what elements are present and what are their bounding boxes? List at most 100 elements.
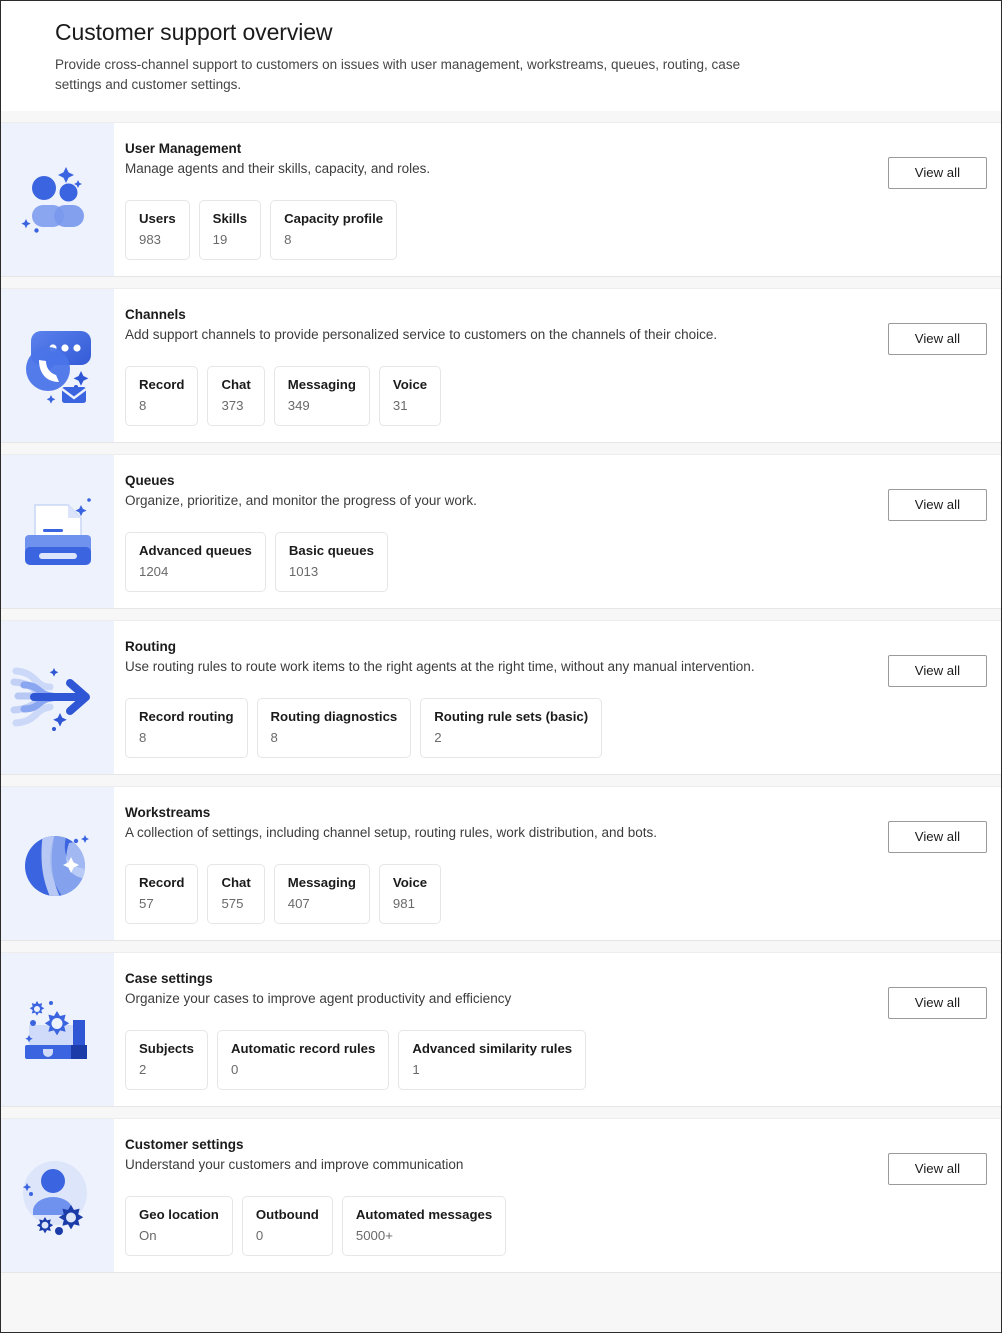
queues-body: Queues Organize, prioritize, and monitor … xyxy=(114,455,1001,608)
card-description: Use routing rules to route work items to… xyxy=(125,659,755,674)
stat-label: Routing rule sets (basic) xyxy=(434,709,589,724)
stat-label: Capacity profile xyxy=(284,211,384,226)
stat-value: 981 xyxy=(392,896,415,911)
card-separator xyxy=(1,941,1001,952)
card-description: Manage agents and their skills, capacity… xyxy=(125,161,431,176)
stat-value: 19 xyxy=(212,232,228,247)
stat-value: 0 xyxy=(255,1228,264,1243)
routing-icon-panel xyxy=(1,621,114,774)
stat-tile[interactable]: Chat 373 xyxy=(207,366,265,426)
stat-tile[interactable]: Geo location On xyxy=(125,1196,233,1256)
view-all-button-user-management[interactable]: View all xyxy=(887,157,987,189)
stat-tile-group: Record 57 Chat 575 Messaging 407 Voice 981 xyxy=(125,864,987,924)
overview-card-channels: Channels Add support channels to provide … xyxy=(1,288,1001,443)
stat-tile[interactable]: Capacity profile 8 xyxy=(270,200,398,260)
view-all-button-case-settings[interactable]: View all xyxy=(887,987,987,1019)
card-title: Queues xyxy=(125,473,175,488)
stat-value: 57 xyxy=(139,896,154,911)
stat-tile[interactable]: Users 983 xyxy=(125,200,190,260)
stat-value: On xyxy=(139,1228,157,1243)
stat-tile[interactable]: Routing rule sets (basic) 2 xyxy=(420,698,603,758)
stat-value: 8 xyxy=(139,398,147,413)
view-all-slot: View all xyxy=(887,157,987,189)
view-all-slot: View all xyxy=(887,821,987,853)
stat-tile[interactable]: Outbound 0 xyxy=(241,1196,333,1256)
chat-phone-mail-icon xyxy=(25,330,91,404)
stat-label: Chat xyxy=(221,875,251,890)
stat-value: 407 xyxy=(287,896,310,911)
card-separator xyxy=(1,277,1001,288)
stat-tile[interactable]: Automatic record rules 0 xyxy=(216,1030,390,1090)
card-title: Case settings xyxy=(125,971,213,986)
stat-value: 1013 xyxy=(288,564,319,579)
view-all-slot: View all xyxy=(887,323,987,355)
stat-value: 8 xyxy=(139,730,147,745)
case-settings-body: Case settings Organize your cases to impr… xyxy=(114,953,1001,1106)
card-separator xyxy=(1,1107,1001,1118)
case-settings-icon-panel xyxy=(1,953,114,1106)
page-subtitle: Provide cross-channel support to custome… xyxy=(55,57,741,92)
stat-tile[interactable]: Routing diagnostics 8 xyxy=(256,698,412,758)
card-title: Channels xyxy=(125,307,186,322)
card-separator xyxy=(1,609,1001,620)
stat-value: 1 xyxy=(412,1062,420,1077)
stat-tile-group: Users 983 Skills 19 Capacity profile 8 xyxy=(125,200,987,260)
stat-tile[interactable]: Automated messages 5000+ xyxy=(341,1196,507,1256)
stat-label: Skills xyxy=(212,211,248,226)
stat-label: Basic queues xyxy=(288,543,374,558)
stat-tile[interactable]: Record 57 xyxy=(125,864,199,924)
card-description: Add support channels to provide personal… xyxy=(125,327,718,342)
stat-tile[interactable]: Skills 19 xyxy=(198,200,262,260)
stat-tile[interactable]: Advanced queues 1204 xyxy=(125,532,266,592)
routing-body: Routing Use routing rules to route work i… xyxy=(114,621,1001,774)
card-separator xyxy=(1,775,1001,786)
stat-tile[interactable]: Subjects 2 xyxy=(125,1030,208,1090)
stat-tile[interactable]: Voice 981 xyxy=(378,864,442,924)
stat-tile-group: Subjects 2 Automatic record rules 0 Advanced… xyxy=(125,1030,987,1090)
stat-label: Geo location xyxy=(139,1207,219,1222)
view-all-button-routing[interactable]: View all xyxy=(887,655,987,687)
stat-label: Automated messages xyxy=(355,1207,493,1222)
stat-tile[interactable]: Basic queues 1013 xyxy=(274,532,388,592)
stat-value: 1204 xyxy=(139,564,169,579)
card-description: Organize your cases to improve agent pro… xyxy=(125,991,512,1006)
stat-label: Outbound xyxy=(255,1207,319,1222)
card-separator xyxy=(1,111,1001,122)
card-separator xyxy=(1,443,1001,454)
stat-label: Voice xyxy=(392,377,428,392)
stat-label: Subjects xyxy=(139,1041,194,1056)
stat-value: 31 xyxy=(392,398,408,413)
stat-tile[interactable]: Chat 575 xyxy=(207,864,265,924)
queues-icon-panel xyxy=(1,455,114,608)
overview-card-routing: Routing Use routing rules to route work i… xyxy=(1,620,1001,775)
customer-settings-icon-panel xyxy=(1,1119,114,1272)
person-gear-icon xyxy=(22,1160,87,1235)
stat-value: 349 xyxy=(287,398,310,413)
stat-tile[interactable]: Messaging 407 xyxy=(273,864,370,924)
stat-tile-group: Record 8 Chat 373 Messaging 349 Voice 31 xyxy=(125,366,987,426)
stat-tile-group: Advanced queues 1204 Basic queues 1013 xyxy=(125,532,987,592)
stat-tile[interactable]: Record 8 xyxy=(125,366,199,426)
stat-tile[interactable]: Messaging 349 xyxy=(273,366,370,426)
overview-card-list: User Management Manage agents and their s… xyxy=(1,111,1001,1273)
stat-tile[interactable]: Advanced similarity rules 1 xyxy=(398,1030,587,1090)
view-all-slot: View all xyxy=(887,1153,987,1185)
view-all-button-customer-settings[interactable]: View all xyxy=(887,1153,987,1185)
stat-tile-group: Geo location On Outbound 0 Automated message… xyxy=(125,1196,987,1256)
stat-label: Advanced queues xyxy=(139,543,252,558)
view-all-button-channels[interactable]: View all xyxy=(887,323,987,355)
stat-value: 575 xyxy=(221,896,244,911)
arrow-flow-icon xyxy=(10,667,90,731)
workstreams-body: Workstreams A collection of settings, inc… xyxy=(114,787,1001,940)
stat-tile[interactable]: Record routing 8 xyxy=(125,698,248,758)
stat-tile[interactable]: Voice 31 xyxy=(378,366,442,426)
stat-value: 8 xyxy=(270,730,278,745)
view-all-button-workstreams[interactable]: View all xyxy=(887,821,987,853)
view-all-button-queues[interactable]: View all xyxy=(887,489,987,521)
stat-label: Record xyxy=(139,875,185,890)
stat-label: Record routing xyxy=(139,709,234,724)
overview-card-case-settings: Case settings Organize your cases to impr… xyxy=(1,952,1001,1107)
stat-value: 0 xyxy=(230,1062,239,1077)
stat-label: Messaging xyxy=(287,875,356,890)
user-management-body: User Management Manage agents and their s… xyxy=(114,123,1001,276)
